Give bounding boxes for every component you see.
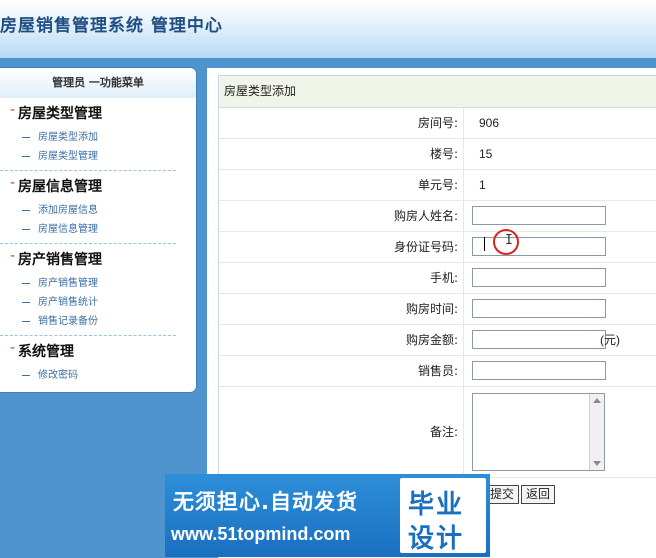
- watermark-line2: www.51topmind.com: [171, 524, 351, 544]
- watermark-left: 无须担心.自动发货 www.51topmind.com: [165, 474, 397, 557]
- menu-group-system: - 系统管理 修改密码: [0, 336, 176, 389]
- notes-textarea[interactable]: [472, 393, 605, 471]
- menu-group-title[interactable]: - 房屋类型管理: [0, 98, 176, 126]
- salesperson-input[interactable]: [472, 361, 606, 380]
- row-unit: 单元号: 1: [219, 170, 656, 201]
- scroll-up-icon[interactable]: [593, 398, 601, 403]
- sidebar-item-change-password[interactable]: 修改密码: [0, 366, 176, 385]
- watermark-badge-line2: 设计: [408, 524, 465, 554]
- room-no-label: 房间号:: [219, 108, 464, 138]
- app-header: 房屋销售管理系统 管理中心: [0, 0, 656, 58]
- buy-time-input[interactable]: [472, 299, 606, 318]
- sidebar: 管理员 一功能菜单 - 房屋类型管理 房屋类型添加 房屋类型管理 - 房屋信息管理 …: [0, 68, 196, 392]
- buy-time-label: 购房时间:: [219, 294, 464, 324]
- sidebar-item-house-type-add[interactable]: 房屋类型添加: [0, 128, 176, 147]
- room-no-value: 906: [479, 116, 500, 130]
- text-caret: [484, 237, 485, 251]
- sidebar-item-house-type-manage[interactable]: 房屋类型管理: [0, 147, 176, 166]
- app-title: 房屋销售管理系统 管理中心: [0, 16, 223, 36]
- building-value: 15: [479, 147, 493, 161]
- row-buyer-name: 购房人姓名:: [219, 201, 656, 232]
- notes-scrollbar[interactable]: [589, 394, 604, 470]
- row-buy-time: 购房时间:: [219, 294, 656, 325]
- buyer-name-input[interactable]: [472, 206, 606, 225]
- amount-label: 购房金额:: [219, 325, 464, 355]
- sidebar-item-add-house-info[interactable]: 添加房屋信息: [0, 201, 176, 220]
- unit-value: 1: [479, 178, 486, 192]
- phone-label: 手机:: [219, 263, 464, 293]
- sidebar-item-sales-stats[interactable]: 房产销售统计: [0, 293, 176, 312]
- notes-label: 备注:: [219, 387, 464, 477]
- menu-group-house-info: - 房屋信息管理 添加房屋信息 房屋信息管理: [0, 171, 176, 244]
- back-button[interactable]: 返回: [521, 485, 556, 504]
- watermark-banner: 无须担心.自动发货 www.51topmind.com 毕业 设计: [165, 474, 490, 557]
- form-heading: 房屋类型添加: [219, 76, 656, 108]
- watermark-badge-line1: 毕业: [408, 490, 465, 520]
- watermark-badge: 毕业 设计: [400, 478, 486, 554]
- menu-group-sales: - 房产销售管理 房产销售管理 房产销售统计 销售记录备份: [0, 244, 176, 336]
- row-id-number: 身份证号码:: [219, 232, 656, 263]
- row-building: 楼号: 15: [219, 139, 656, 170]
- sidebar-item-sales-backup[interactable]: 销售记录备份: [0, 312, 176, 331]
- row-salesperson: 销售员:: [219, 356, 656, 387]
- sidebar-item-house-info-manage[interactable]: 房屋信息管理: [0, 220, 176, 239]
- amount-unit: (元): [600, 333, 620, 347]
- scroll-down-icon[interactable]: [593, 461, 601, 466]
- sidebar-item-sales-manage[interactable]: 房产销售管理: [0, 274, 176, 293]
- sidebar-header: 管理员 一功能菜单: [0, 68, 196, 98]
- unit-label: 单元号:: [219, 170, 464, 200]
- row-amount: 购房金额: (元): [219, 325, 656, 356]
- row-room-no: 房间号: 906: [219, 108, 656, 139]
- menu-group-title[interactable]: - 房屋信息管理: [0, 171, 176, 199]
- row-phone: 手机:: [219, 263, 656, 294]
- salesperson-label: 销售员:: [219, 356, 464, 386]
- building-label: 楼号:: [219, 139, 464, 169]
- menu-group-house-type: - 房屋类型管理 房屋类型添加 房屋类型管理: [0, 98, 176, 171]
- amount-input[interactable]: [472, 330, 606, 349]
- row-notes: 备注:: [219, 387, 656, 478]
- submit-button[interactable]: 提交: [485, 485, 520, 504]
- ibeam-cursor-icon: I: [505, 233, 513, 248]
- menu-group-title[interactable]: - 系统管理: [0, 336, 176, 364]
- menu-group-title[interactable]: - 房产销售管理: [0, 244, 176, 272]
- buyer-name-label: 购房人姓名:: [219, 201, 464, 231]
- watermark-line1: 无须担心.自动发货: [173, 490, 358, 514]
- id-number-label: 身份证号码:: [219, 232, 464, 262]
- phone-input[interactable]: [472, 268, 606, 287]
